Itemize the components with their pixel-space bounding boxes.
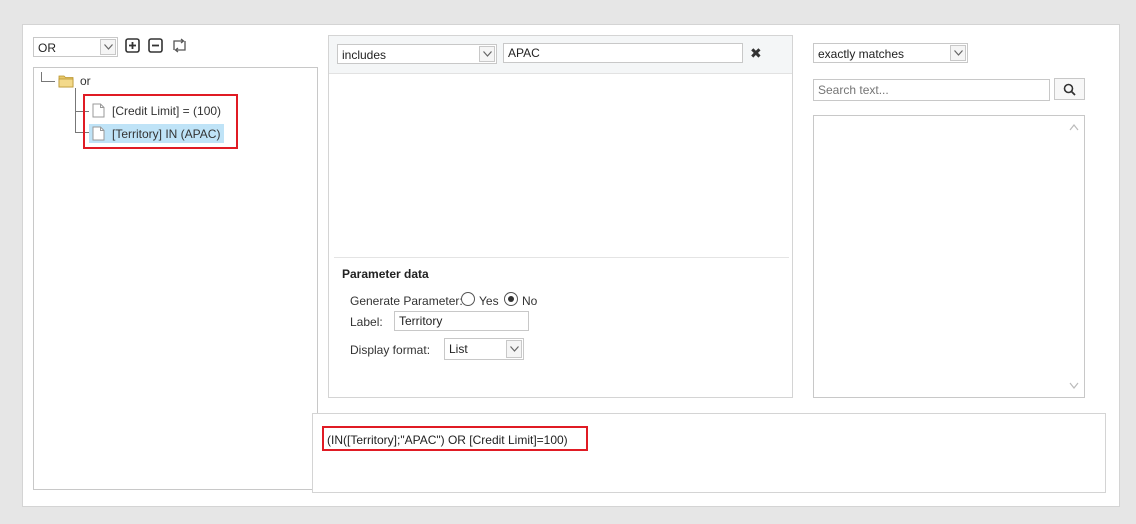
- match-select-value: exactly matches: [818, 47, 905, 61]
- generate-yes-radio[interactable]: [461, 292, 475, 306]
- scroll-up-icon[interactable]: [1069, 123, 1079, 131]
- scroll-down-icon[interactable]: [1069, 382, 1079, 390]
- condition-row: includes ✖: [329, 36, 792, 74]
- tree-toolbar: OR: [33, 35, 318, 59]
- parameter-section-title: Parameter data: [342, 267, 429, 281]
- value-input[interactable]: [503, 43, 743, 63]
- plus-square-icon: [124, 37, 140, 53]
- search-icon: [1063, 83, 1076, 96]
- tree-connector: [75, 88, 76, 132]
- refresh-icon: [172, 37, 186, 53]
- value-list[interactable]: [813, 115, 1085, 398]
- swap-operator-button[interactable]: [170, 36, 188, 54]
- highlight-box: [322, 426, 588, 451]
- condition-select[interactable]: includes: [337, 44, 497, 64]
- tree-connector: [41, 81, 55, 82]
- highlight-box: [83, 94, 238, 149]
- filter-editor-frame: OR or [Credit Limit] = (100) [Territory]…: [22, 24, 1120, 507]
- condition-select-value: includes: [342, 48, 387, 62]
- section-divider: [334, 257, 789, 258]
- chevron-down-icon: [479, 46, 495, 62]
- minus-square-icon: [147, 37, 163, 53]
- generate-no-radio[interactable]: [504, 292, 518, 306]
- label-input[interactable]: [394, 311, 529, 331]
- display-format-label: Display format:: [350, 343, 431, 357]
- tree-root-node[interactable]: or: [58, 74, 91, 88]
- condition-editor-panel: includes ✖ Parameter data Generate Param…: [328, 35, 793, 398]
- chevron-down-icon: [100, 39, 116, 55]
- operator-select[interactable]: OR: [33, 37, 118, 57]
- operator-select-value: OR: [38, 41, 56, 55]
- display-format-select[interactable]: List: [444, 338, 524, 360]
- remove-condition-button[interactable]: [146, 36, 164, 54]
- display-format-value: List: [449, 342, 468, 356]
- clear-icon[interactable]: ✖: [750, 45, 762, 62]
- condition-tree-panel: OR or [Credit Limit] = (100) [Territory]…: [33, 35, 318, 490]
- label-field-label: Label:: [350, 315, 383, 329]
- chevron-down-icon: [506, 340, 522, 358]
- no-label: No: [522, 294, 538, 308]
- match-select[interactable]: exactly matches: [813, 43, 968, 63]
- search-button[interactable]: [1054, 78, 1085, 100]
- folder-icon: [58, 75, 74, 88]
- condition-tree: or [Credit Limit] = (100) [Territory] IN…: [33, 67, 318, 490]
- add-condition-button[interactable]: [123, 36, 141, 54]
- yes-label: Yes: [479, 294, 499, 308]
- search-input[interactable]: [813, 79, 1050, 101]
- expression-panel: (IN([Territory];"APAC") OR [Credit Limit…: [312, 413, 1106, 493]
- chevron-down-icon: [950, 45, 966, 61]
- tree-root-label: or: [80, 74, 91, 88]
- generate-parameter-label: Generate Parameter:: [350, 294, 463, 308]
